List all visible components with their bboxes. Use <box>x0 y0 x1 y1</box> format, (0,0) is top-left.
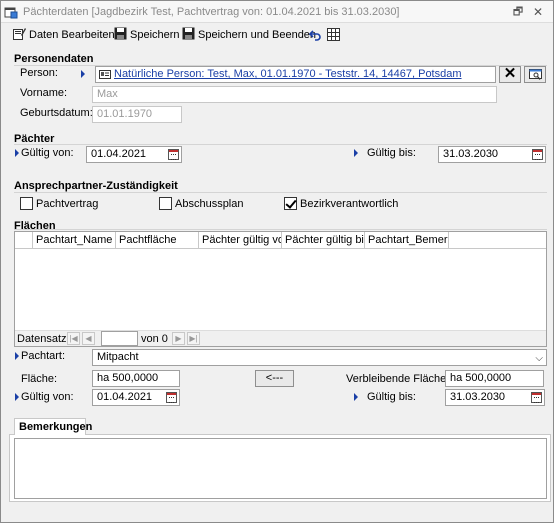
area-valid-to-label: Gültig bis: <box>367 391 416 403</box>
column-header[interactable]: Pächter gültig von <box>199 232 282 249</box>
divider <box>14 229 547 230</box>
lease-type-value: Mitpacht <box>97 351 139 363</box>
close-icon[interactable]: ✕ <box>531 5 545 19</box>
area-valid-from-field[interactable]: 01.04.2021 <box>92 389 180 406</box>
edit-button[interactable]: Daten Bearbeiten <box>13 27 115 43</box>
save-button[interactable]: Speichern <box>114 27 180 43</box>
area-label: Fläche: <box>21 373 58 385</box>
floppy-icon <box>182 27 195 40</box>
lookup-icon <box>529 69 542 80</box>
remaining-area-field: ha 500,0000 <box>445 370 544 387</box>
save-label: Speichern <box>130 29 180 41</box>
required-marker-icon <box>354 393 358 401</box>
record-navigator: Datensatz: |◀ ◀ von 0 ▶ ▶| <box>15 330 546 346</box>
record-total: von 0 <box>141 333 168 345</box>
row-selector-header[interactable] <box>15 232 33 249</box>
assign-area-button[interactable]: <--- <box>255 370 294 387</box>
shooting-plan-checkbox[interactable] <box>159 197 172 210</box>
app-icon <box>4 7 18 19</box>
clear-icon: ✕ <box>503 65 517 82</box>
save-and-close-button[interactable]: Speichern und Beenden <box>182 27 316 43</box>
clear-person-button[interactable]: ✕ <box>499 66 521 83</box>
tenant-valid-to-field[interactable]: 31.03.2030 <box>438 146 546 163</box>
divider <box>14 192 547 193</box>
tenant-valid-to-label: Gültig bis: <box>367 147 416 159</box>
last-record-button[interactable]: ▶| <box>187 332 200 345</box>
required-marker-icon <box>15 149 19 157</box>
first-record-button[interactable]: |◀ <box>67 332 80 345</box>
record-number-input[interactable] <box>101 331 138 346</box>
area-valid-from-value: 01.04.2021 <box>97 391 153 403</box>
table-icon[interactable] <box>327 28 340 41</box>
person-link[interactable]: Natürliche Person: Test, Max, 01.01.1970… <box>114 68 462 80</box>
firstname-label: Vorname: <box>20 87 68 99</box>
calendar-icon[interactable] <box>166 392 177 403</box>
contract-checkbox[interactable] <box>20 197 33 210</box>
calendar-icon[interactable] <box>168 149 179 160</box>
lease-type-label: Pachtart: <box>21 350 66 362</box>
table-header: Pachtart_Name Pachtfläche Pächter gültig… <box>15 232 546 249</box>
column-header[interactable]: Pachtart_Name <box>33 232 116 249</box>
divider <box>14 144 547 145</box>
tenant-valid-to-value: 31.03.2030 <box>443 148 499 160</box>
required-marker-icon <box>15 393 19 401</box>
remaining-area-label: Verbleibende Fläche: <box>346 373 450 385</box>
person-field[interactable]: Natürliche Person: Test, Max, 01.01.1970… <box>95 66 496 83</box>
lease-type-select[interactable]: Mitpacht ⌵ <box>92 349 547 366</box>
record-label: Datensatz: <box>17 333 70 345</box>
column-header[interactable]: Pachtart_Bemerk... <box>365 232 449 249</box>
birthdate-field: 01.01.1970 <box>92 106 182 123</box>
undo-icon[interactable] <box>309 29 322 41</box>
required-marker-icon <box>15 352 19 360</box>
floppy-icon <box>114 27 127 40</box>
district-responsible-checkbox-label: Bezirkverantwortlich <box>300 198 399 210</box>
save-and-close-label: Speichern und Beenden <box>198 29 317 41</box>
contact-section-heading: Ansprechpartner-Zuständigkeit <box>14 180 178 192</box>
tenant-valid-from-label: Gültig von: <box>21 147 74 159</box>
column-header[interactable]: Pachtfläche <box>116 232 199 249</box>
window-title: Pächterdaten [Jagdbezirk Test, Pachtvert… <box>23 6 400 18</box>
required-marker-icon <box>81 70 85 78</box>
title-bar: Pächterdaten [Jagdbezirk Test, Pachtvert… <box>1 1 553 23</box>
prev-record-button[interactable]: ◀ <box>82 332 95 345</box>
remarks-textarea[interactable] <box>14 438 547 499</box>
contract-checkbox-label: Pachtvertrag <box>36 198 99 210</box>
chevron-down-icon[interactable]: ⌵ <box>535 351 543 365</box>
column-header[interactable]: Pächter gültig bis <box>282 232 365 249</box>
person-label: Person: <box>20 67 58 79</box>
area-valid-from-label: Gültig von: <box>21 391 74 403</box>
lookup-person-button[interactable] <box>524 66 546 83</box>
main-window: Pächterdaten [Jagdbezirk Test, Pachtvert… <box>0 0 554 523</box>
required-marker-icon <box>354 149 358 157</box>
restore-icon[interactable]: 🗗 <box>511 5 525 19</box>
district-responsible-checkbox[interactable] <box>284 197 297 210</box>
birthdate-label: Geburtsdatum: <box>20 107 93 119</box>
area-field[interactable]: ha 500,0000 <box>92 370 180 387</box>
tenant-valid-from-field[interactable]: 01.04.2021 <box>86 146 182 163</box>
person-section-heading: Personendaten <box>14 53 94 65</box>
area-valid-to-value: 31.03.2030 <box>450 391 506 403</box>
next-record-button[interactable]: ▶ <box>172 332 185 345</box>
firstname-field: Max <box>92 86 497 103</box>
edit-icon <box>13 28 26 40</box>
edit-label: Daten Bearbeiten <box>29 29 115 41</box>
area-valid-to-field[interactable]: 31.03.2030 <box>445 389 545 406</box>
calendar-icon[interactable] <box>532 149 543 160</box>
toolbar: Daten Bearbeiten Speichern Speichern und… <box>1 25 553 45</box>
tenant-valid-from-value: 01.04.2021 <box>91 148 147 160</box>
tab-remarks[interactable]: Bemerkungen <box>14 418 92 435</box>
calendar-icon[interactable] <box>531 392 542 403</box>
shooting-plan-checkbox-label: Abschussplan <box>175 198 244 210</box>
id-card-icon <box>99 70 111 79</box>
